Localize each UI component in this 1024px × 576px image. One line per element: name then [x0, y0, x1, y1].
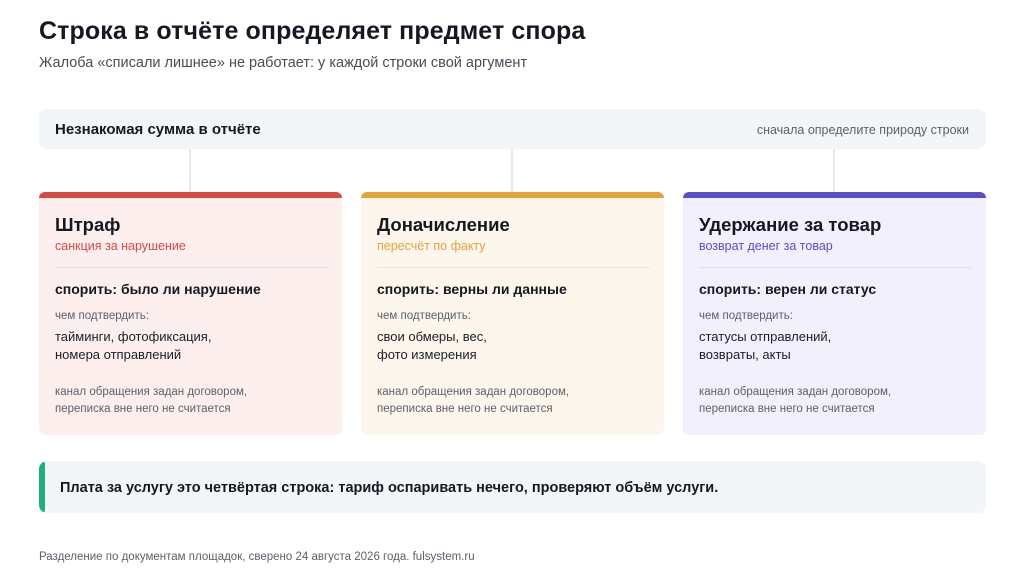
card-proof-label: чем подтвердить:: [699, 310, 793, 322]
card-note-line: переписка вне него не считается: [55, 403, 231, 415]
card-title: Штраф: [55, 214, 121, 235]
card-proof-line: номера отправлений: [55, 347, 182, 362]
card-title: Доначисление: [377, 214, 510, 235]
connector-line-surcharge: [511, 149, 513, 192]
card-note-line: переписка вне него не считается: [699, 403, 875, 415]
card-proof-line: свои обмеры, вес,: [377, 329, 487, 344]
callout-text: Плата за услугу это четвёртая строка: та…: [60, 480, 719, 496]
card-note-line: канал обращения задан договором,: [699, 386, 892, 398]
footer-source-note: Разделение по документам площадок, свере…: [39, 551, 475, 563]
card-proof-line: фото измерения: [377, 347, 477, 362]
card-subtitle: возврат денег за товар: [699, 239, 833, 253]
card-proof-label: чем подтвердить:: [55, 310, 149, 322]
page-title: Строка в отчёте определяет предмет спора: [39, 17, 586, 45]
card-withholding: Удержание за товар возврат денег за това…: [683, 192, 986, 435]
card-accent-stripe: [361, 192, 664, 198]
card-subtitle: санкция за нарушение: [55, 239, 186, 253]
page-subtitle: Жалоба «списали лишнее» не работает: у к…: [39, 55, 528, 71]
card-divider: [699, 267, 972, 268]
card-proof-line: возвраты, акты: [699, 347, 791, 362]
card-accent-stripe: [683, 192, 986, 198]
card-note-line: переписка вне него не считается: [377, 403, 553, 415]
card-proof-line: статусы отправлений,: [699, 329, 832, 344]
card-divider: [55, 267, 328, 268]
card-surcharge: Доначисление пересчёт по факту спорить: …: [361, 192, 664, 435]
card-title: Удержание за товар: [699, 214, 882, 235]
root-node-hint: сначала определите природу строки: [756, 123, 969, 137]
card-divider: [377, 267, 650, 268]
card-note-line: канал обращения задан договором,: [377, 386, 570, 398]
card-dispute: спорить: было ли нарушение: [55, 281, 261, 297]
card-subtitle: пересчёт по факту: [377, 239, 486, 253]
root-node-title: Незнакомая сумма в отчёте: [55, 121, 261, 138]
card-dispute: спорить: верны ли данные: [377, 281, 567, 297]
root-node: Незнакомая сумма в отчёте сначала опреде…: [39, 109, 986, 149]
card-penalty: Штраф санкция за нарушение спорить: было…: [39, 192, 342, 435]
card-proof-line: тайминги, фотофиксация,: [55, 329, 212, 344]
connector-line-withholding: [833, 149, 835, 192]
card-dispute: спорить: верен ли статус: [699, 281, 877, 297]
callout-accent-bar: [39, 461, 45, 513]
service-fee-callout: Плата за услугу это четвёртая строка: та…: [39, 461, 986, 513]
card-note-line: канал обращения задан договором,: [55, 386, 248, 398]
connector-line-penalty: [189, 149, 191, 192]
card-proof-label: чем подтвердить:: [377, 310, 471, 322]
card-accent-stripe: [39, 192, 342, 198]
